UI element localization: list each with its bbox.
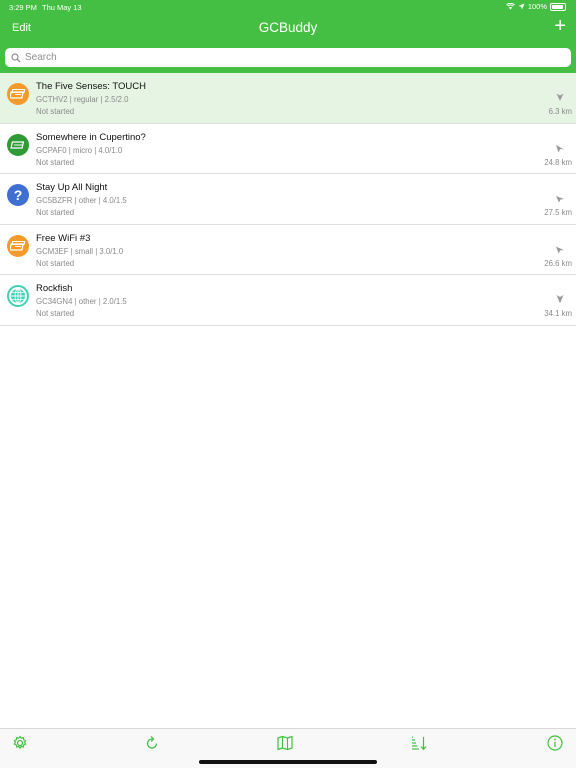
status-time: 3:29 PM [9,3,37,12]
cache-list: The Five Senses: TOUCH GCTHV2 | regular … [0,73,576,326]
cache-distance: 24.8 km [544,157,572,167]
header: 3:29 PM Thu May 13 100% Edit GCBuddy + [0,0,576,73]
cache-row[interactable]: The Five Senses: TOUCH GCTHV2 | regular … [0,73,576,124]
status-date: Thu May 13 [42,3,82,12]
cache-distance: 6.3 km [548,107,572,116]
app-window: 3:29 PM Thu May 13 100% Edit GCBuddy + T… [0,0,576,768]
cache-title: The Five Senses: TOUCH [36,81,146,92]
traditional-cache-icon [7,234,29,257]
multi-cache-icon [7,133,29,156]
cache-row[interactable]: Rockfish GC34GN4 | other | 2.0/1.5 Not s… [0,275,576,326]
direction-arrow-icon [556,93,564,101]
cache-meta: GCM3EF | small | 3.0/1.0 [36,246,124,256]
map-icon[interactable] [276,734,294,752]
sort-icon[interactable] [410,734,428,752]
cache-row[interactable]: Free WiFi #3 GCM3EF | small | 3.0/1.0 No… [0,225,576,276]
battery-percent: 100% [527,2,547,11]
cache-status: Not started [36,208,75,218]
nav-bar: Edit GCBuddy + [0,14,576,44]
cache-meta: GCPAF0 | micro | 4.0/1.0 [36,145,123,155]
cache-title: Somewhere in Cupertino? [36,131,146,143]
cache-title: Rockfish [36,283,73,295]
mystery-cache-icon: ? [7,184,29,207]
home-indicator [199,760,377,764]
cache-distance: 34.1 km [544,309,572,319]
nav-title: GCBuddy [258,20,318,35]
cache-title: Stay Up All Night [36,182,108,194]
cache-meta: GC34GN4 | other | 2.0/1.5 [36,297,127,307]
wifi-icon [505,3,515,10]
cache-status: Not started [36,157,75,167]
cache-title: Free WiFi #3 [36,232,91,244]
status-bar: 3:29 PM Thu May 13 100% [0,0,576,14]
cache-status: Not started [36,107,75,116]
direction-arrow-icon [556,196,564,203]
traditional-cache-icon [7,83,29,105]
cache-meta: GCTHV2 | regular | 2.5/2.0 [36,95,129,104]
refresh-icon[interactable] [143,734,161,752]
cache-distance: 27.5 km [544,208,572,218]
direction-arrow-icon [556,144,564,153]
search-input[interactable] [25,52,545,63]
direction-arrow-icon [556,246,564,254]
cache-status: Not started [36,258,75,268]
info-icon[interactable] [546,734,564,752]
cache-row[interactable]: ? Stay Up All Night GC5BZFR | other | 4.… [0,174,576,225]
direction-arrow-icon [556,295,564,304]
add-button[interactable]: + [554,16,566,36]
search-icon [11,52,21,62]
battery-icon [550,2,566,11]
status-right: 100% [505,2,566,11]
cache-meta: GC5BZFR | other | 4.0/1.5 [36,196,127,206]
cache-distance: 26.6 km [544,258,572,268]
search-bar[interactable] [5,48,571,67]
cache-status: Not started [36,309,75,319]
location-icon [518,3,525,10]
cache-row[interactable]: Somewhere in Cupertino? GCPAF0 | micro |… [0,124,576,175]
earth-cache-icon [7,285,29,308]
settings-gear-icon[interactable] [11,734,29,752]
